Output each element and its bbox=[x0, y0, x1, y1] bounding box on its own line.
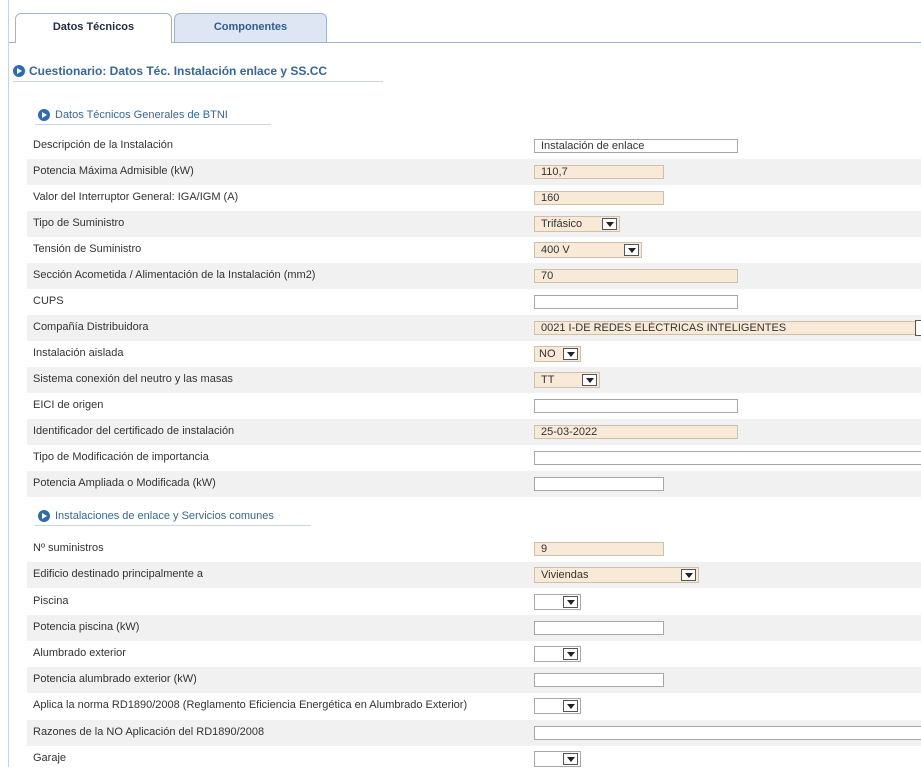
row-razones: Razones de la NO Aplicación del RD1890/2… bbox=[27, 720, 921, 746]
select-value: TT bbox=[541, 374, 555, 386]
lookup-button[interactable] bbox=[915, 320, 921, 336]
field-label: Edificio destinado principalmente a bbox=[33, 568, 203, 580]
row-interruptor: Valor del Interruptor General: IGA/IGM (… bbox=[27, 185, 921, 211]
seccion-field[interactable]: 70 bbox=[534, 269, 738, 283]
aplica-norma-select[interactable] bbox=[534, 698, 581, 714]
row-eici: EICI de origen bbox=[27, 393, 921, 419]
sistema-neutro-select[interactable]: TT bbox=[534, 372, 600, 388]
row-compania: Compañía Distribuidora 0021 I-DE REDES E… bbox=[27, 315, 921, 341]
row-potencia-piscina: Potencia piscina (kW) bbox=[27, 615, 921, 641]
select-value: 400 V bbox=[541, 244, 570, 256]
tab-bar: Datos Técnicos Componentes bbox=[9, 0, 921, 43]
section-header-enlace: Instalaciones de enlace y Servicios comu… bbox=[35, 509, 311, 526]
field-label: Potencia Ampliada o Modificada (kW) bbox=[33, 477, 216, 489]
row-tension: Tensión de Suministro 400 V bbox=[27, 237, 921, 263]
tension-select[interactable]: 400 V bbox=[534, 242, 642, 258]
garaje-select[interactable] bbox=[534, 751, 581, 767]
field-label: Tensión de Suministro bbox=[33, 243, 142, 255]
chevron-down-icon[interactable] bbox=[563, 700, 578, 712]
alumbrado-select[interactable] bbox=[534, 646, 581, 662]
field-label: Compañía Distribuidora bbox=[33, 321, 149, 333]
row-seccion: Sección Acometida / Alimentación de la I… bbox=[27, 263, 921, 289]
field-label: Piscina bbox=[33, 595, 69, 607]
field-label: Garaje bbox=[33, 752, 67, 764]
field-label: Valor del Interruptor General: IGA/IGM (… bbox=[33, 191, 239, 203]
row-cups: CUPS bbox=[27, 289, 921, 315]
row-edificio: Edificio destinado principalmente a Vivi… bbox=[27, 562, 921, 588]
field-label: EICI de origen bbox=[33, 399, 104, 411]
tipo-suministro-select[interactable]: Trifásico bbox=[534, 216, 620, 232]
identificador-field[interactable]: 25-03-2022 bbox=[534, 425, 738, 439]
row-potencia-max: Potencia Máxima Admisible (kW) 110,7 bbox=[27, 159, 921, 185]
tipo-modificacion-input[interactable] bbox=[534, 451, 921, 465]
chevron-down-icon[interactable] bbox=[563, 596, 578, 608]
row-identificador: Identificador del certificado de instala… bbox=[27, 419, 921, 445]
questionnaire-title: Cuestionario: Datos Téc. Instalación enl… bbox=[29, 64, 328, 78]
row-aislada: Instalación aislada NO bbox=[27, 341, 921, 367]
potencia-alumbrado-input[interactable] bbox=[534, 673, 664, 687]
section-title: Instalaciones de enlace y Servicios comu… bbox=[55, 510, 274, 522]
potencia-ampliada-input[interactable] bbox=[534, 477, 664, 491]
row-descripcion: Descripción de la Instalación Instalació… bbox=[27, 133, 921, 159]
field-label: Alumbrado exterior bbox=[33, 647, 126, 659]
cups-input[interactable] bbox=[534, 295, 738, 309]
select-value: Trifásico bbox=[541, 218, 583, 230]
row-sistema-neutro: Sistema conexión del neutro y las masas … bbox=[27, 367, 921, 393]
chevron-down-icon[interactable] bbox=[582, 374, 597, 386]
tab-datos-tecnicos[interactable]: Datos Técnicos bbox=[15, 13, 172, 43]
section-title: Datos Técnicos Generales de BTNI bbox=[55, 109, 228, 121]
row-tipo-modificacion: Tipo de Modificación de importancia bbox=[27, 445, 921, 471]
row-aplica-norma: Aplica la norma RD1890/2008 (Reglamento … bbox=[27, 693, 921, 719]
chevron-down-icon[interactable] bbox=[624, 244, 639, 256]
row-potencia-alumbrado: Potencia alumbrado exterior (kW) bbox=[27, 667, 921, 693]
chevron-down-icon[interactable] bbox=[681, 569, 696, 581]
tab-componentes[interactable]: Componentes bbox=[174, 13, 327, 42]
field-label: Instalación aislada bbox=[33, 347, 124, 359]
aislada-select[interactable]: NO bbox=[534, 346, 581, 362]
section-header-btni: Datos Técnicos Generales de BTNI bbox=[35, 108, 271, 125]
potencia-piscina-input[interactable] bbox=[534, 621, 664, 635]
compania-field[interactable]: 0021 I-DE REDES ELÉCTRICAS INTELIGENTES bbox=[534, 321, 920, 335]
chevron-down-icon[interactable] bbox=[563, 648, 578, 660]
field-label: Identificador del certificado de instala… bbox=[33, 425, 235, 437]
descripcion-input[interactable]: Instalación de enlace bbox=[534, 139, 738, 153]
field-label: Potencia piscina (kW) bbox=[33, 621, 140, 633]
field-label: Razones de la NO Aplicación del RD1890/2… bbox=[33, 726, 265, 738]
row-garaje: Garaje bbox=[27, 746, 921, 772]
field-label: Aplica la norma RD1890/2008 (Reglamento … bbox=[33, 699, 468, 711]
field-label: Potencia alumbrado exterior (kW) bbox=[33, 673, 197, 685]
chevron-down-icon[interactable] bbox=[602, 218, 617, 230]
field-label: Potencia Máxima Admisible (kW) bbox=[33, 165, 194, 177]
field-label: Tipo de Suministro bbox=[33, 217, 125, 229]
chevron-down-icon[interactable] bbox=[563, 753, 578, 765]
form-frame: Datos Técnicos Componentes Cuestionario:… bbox=[8, 0, 921, 767]
row-tipo-suministro: Tipo de Suministro Trifásico bbox=[27, 211, 921, 237]
field-label: Sección Acometida / Alimentación de la I… bbox=[33, 269, 316, 281]
row-n-suministros: Nº suministros 9 bbox=[27, 536, 921, 562]
razones-input[interactable] bbox=[534, 726, 921, 740]
circle-arrow-right-icon bbox=[38, 510, 50, 522]
chevron-down-icon[interactable] bbox=[563, 348, 578, 360]
select-value: NO bbox=[539, 348, 556, 360]
field-label: Descripción de la Instalación bbox=[33, 139, 174, 151]
edificio-select[interactable]: Viviendas bbox=[534, 567, 699, 583]
row-piscina: Piscina bbox=[27, 589, 921, 615]
select-value: Viviendas bbox=[541, 569, 589, 581]
potencia-max-field[interactable]: 110,7 bbox=[534, 165, 664, 179]
field-label: Nº suministros bbox=[33, 542, 104, 554]
piscina-select[interactable] bbox=[534, 594, 581, 610]
row-alumbrado: Alumbrado exterior bbox=[27, 641, 921, 667]
eici-input[interactable] bbox=[534, 399, 738, 413]
circle-arrow-right-icon bbox=[13, 65, 25, 77]
questionnaire-header: Cuestionario: Datos Téc. Instalación enl… bbox=[13, 63, 383, 82]
interruptor-field[interactable]: 160 bbox=[534, 191, 664, 205]
field-label: Tipo de Modificación de importancia bbox=[33, 451, 209, 463]
circle-arrow-right-icon bbox=[38, 109, 50, 121]
field-label: Sistema conexión del neutro y las masas bbox=[33, 373, 233, 385]
row-potencia-ampliada: Potencia Ampliada o Modificada (kW) bbox=[27, 471, 921, 497]
n-suministros-field[interactable]: 9 bbox=[534, 542, 664, 556]
field-label: CUPS bbox=[33, 295, 64, 307]
